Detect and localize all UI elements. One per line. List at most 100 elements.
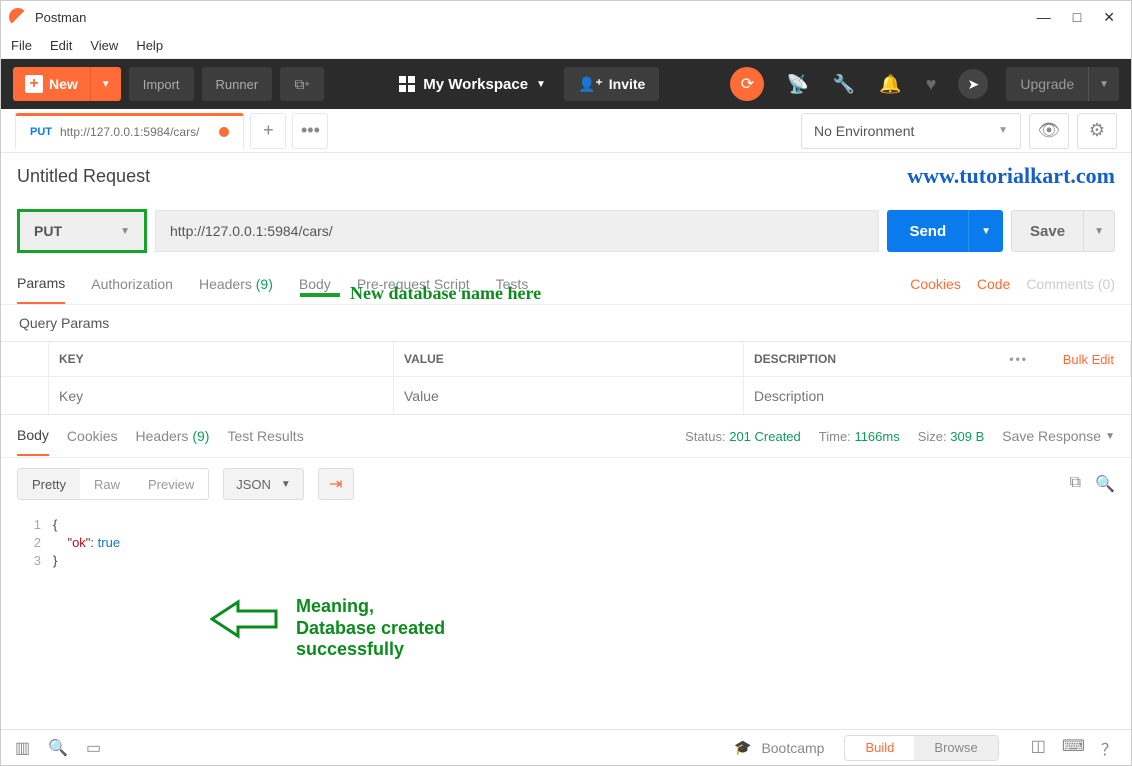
resp-tab-tests[interactable]: Test Results (227, 417, 303, 455)
tab-headers[interactable]: Headers (9) (199, 265, 273, 303)
menu-edit[interactable]: Edit (50, 38, 72, 53)
time-value: 1166ms (854, 429, 899, 444)
sync-button[interactable]: ⟳ (730, 67, 764, 101)
resp-tab-body[interactable]: Body (17, 416, 49, 456)
view-preview-button[interactable]: Preview (134, 469, 208, 499)
chevron-down-icon: ▼ (120, 226, 130, 237)
view-raw-button[interactable]: Raw (80, 469, 134, 499)
browse-mode-button[interactable]: Browse (914, 736, 997, 760)
request-tab[interactable]: PUT http://127.0.0.1:5984/cars/ (15, 113, 244, 149)
capture-icon[interactable]: 📡 (786, 74, 808, 95)
line-wrap-button[interactable]: ⇥ (318, 468, 354, 500)
status-label: Status: (685, 429, 725, 444)
request-tabs: Params Authorization Headers (9) Body Pr… (1, 263, 1131, 305)
environment-preview-button[interactable]: 👁 (1029, 113, 1069, 149)
environment-selector[interactable]: No Environment ▼ (801, 113, 1021, 149)
upgrade-button[interactable]: Upgrade (1006, 76, 1088, 92)
header-description: DESCRIPTION (744, 342, 991, 376)
menu-file[interactable]: File (11, 38, 32, 53)
size-value: 309 B (950, 429, 984, 444)
request-title[interactable]: Untitled Request (17, 166, 150, 187)
tab-url-label: http://127.0.0.1:5984/cars/ (60, 125, 199, 139)
environment-label: No Environment (814, 123, 914, 139)
build-mode-button[interactable]: Build (845, 736, 914, 760)
unsaved-dot-icon (219, 127, 229, 137)
new-caret-button[interactable]: ▼ (90, 67, 121, 101)
explore-button[interactable]: ➤ (958, 69, 988, 99)
settings-wrench-icon[interactable]: 🔧 (833, 74, 855, 95)
new-button[interactable]: + New (13, 67, 90, 101)
import-button[interactable]: Import (129, 67, 194, 101)
chevron-down-icon: ▼ (1105, 431, 1115, 442)
chevron-down-icon: ▼ (536, 79, 546, 90)
response-body-viewer[interactable]: 1 2 3 { "ok": true } (1, 510, 1131, 630)
cookies-link[interactable]: Cookies (910, 276, 961, 292)
url-input[interactable] (155, 210, 879, 252)
invite-button[interactable]: 👤⁺ Invite (564, 67, 659, 101)
tab-params[interactable]: Params (17, 264, 65, 304)
new-tab-button[interactable]: + (250, 113, 286, 149)
time-label: Time: (819, 429, 851, 444)
runner-button[interactable]: Runner (202, 67, 273, 101)
upgrade-caret-button[interactable]: ▼ (1088, 67, 1119, 101)
save-caret-button[interactable]: ▼ (1084, 210, 1115, 252)
view-pretty-button[interactable]: Pretty (18, 469, 80, 499)
notifications-bell-icon[interactable]: 🔔 (879, 74, 901, 95)
find-button[interactable]: 🔍 (48, 738, 68, 758)
menu-view[interactable]: View (90, 38, 118, 53)
save-response-button[interactable]: Save Response ▼ (1002, 428, 1115, 444)
menu-help[interactable]: Help (136, 38, 163, 53)
table-options-button[interactable]: ••• (991, 342, 1047, 376)
console-button[interactable]: ▭ (86, 738, 101, 758)
paper-plane-icon: ➤ (968, 76, 980, 93)
new-window-button[interactable]: ⧉+ (280, 67, 324, 101)
new-button-label: New (49, 76, 78, 92)
resp-tab-cookies[interactable]: Cookies (67, 417, 118, 455)
annotation-response: Meaning, Database created successfully (210, 596, 445, 661)
keyboard-shortcuts-button[interactable]: ⌨ (1062, 736, 1085, 760)
key-input[interactable] (49, 377, 394, 414)
comments-link[interactable]: Comments (0) (1026, 276, 1115, 292)
language-select[interactable]: JSON ▼ (223, 468, 304, 500)
titlebar: Postman — □ ✕ (1, 1, 1131, 33)
window-close-button[interactable]: ✕ (1103, 9, 1115, 26)
header-key: KEY (49, 342, 394, 376)
value-input[interactable] (394, 377, 744, 414)
code-lines: { "ok": true } (49, 516, 120, 630)
tab-authorization[interactable]: Authorization (91, 265, 173, 303)
environment-settings-button[interactable]: ⚙ (1077, 113, 1117, 149)
annotation-url-hint: New database name here (350, 283, 541, 304)
bulk-edit-link[interactable]: Bulk Edit (1047, 342, 1131, 376)
search-response-button[interactable]: 🔍 (1095, 474, 1115, 494)
response-tabs: Body Cookies Headers (9) Test Results St… (1, 415, 1131, 457)
postman-logo-icon (9, 8, 27, 26)
workspace-label: My Workspace (423, 76, 528, 93)
heart-icon[interactable]: ♥ (926, 74, 937, 95)
save-button[interactable]: Save (1011, 210, 1084, 252)
help-button[interactable]: ？ (1101, 736, 1117, 760)
two-pane-button[interactable]: ◫ (1031, 736, 1046, 760)
description-input[interactable] (744, 377, 1131, 414)
window-minimize-button[interactable]: — (1037, 9, 1051, 26)
workspace-grid-icon (399, 76, 415, 92)
send-button[interactable]: Send (887, 210, 968, 252)
tabs-bar: PUT http://127.0.0.1:5984/cars/ + ••• No… (1, 109, 1131, 153)
query-params-label: Query Params (1, 305, 1131, 341)
sidebar-toggle-button[interactable]: ▥ (15, 738, 30, 758)
copy-button[interactable]: ⧉ (1070, 474, 1081, 494)
workspace-selector[interactable]: My Workspace ▼ (399, 76, 546, 93)
bootcamp-icon: 🎓 (734, 739, 751, 756)
app-title: Postman (35, 10, 1037, 25)
language-label: JSON (236, 477, 271, 492)
arrow-left-icon (210, 596, 280, 642)
invite-label: Invite (609, 76, 646, 92)
annotation-underline (300, 293, 340, 297)
bootcamp-link[interactable]: Bootcamp (761, 740, 824, 756)
chevron-down-icon: ▼ (281, 479, 291, 490)
tab-options-button[interactable]: ••• (292, 113, 328, 149)
code-link[interactable]: Code (977, 276, 1010, 292)
method-selector[interactable]: PUT ▼ (17, 209, 147, 253)
window-maximize-button[interactable]: □ (1073, 9, 1081, 26)
send-caret-button[interactable]: ▼ (968, 210, 1003, 252)
resp-tab-headers[interactable]: Headers (9) (136, 417, 210, 455)
